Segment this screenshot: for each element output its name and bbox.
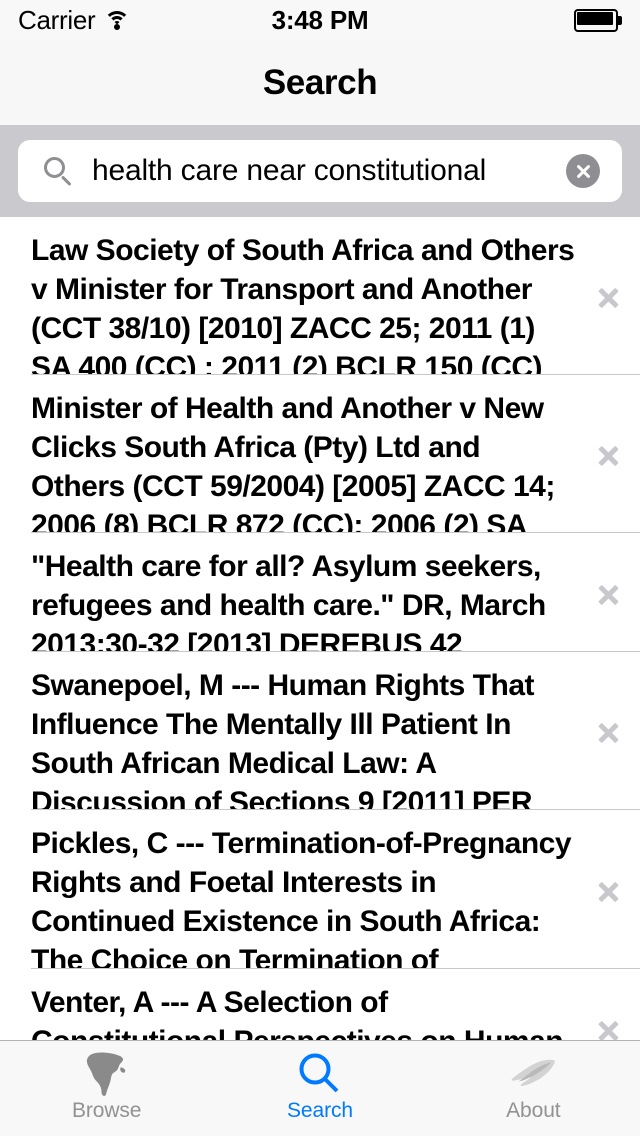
table-row[interactable]: Pickles, C --- Termination-of-Pregnancy … (0, 810, 640, 969)
chevron-right-icon (598, 279, 619, 313)
chevron-right-icon (598, 1012, 619, 1040)
table-row[interactable]: Venter, A --- A Selection of Constitutio… (0, 969, 640, 1040)
tab-browse[interactable]: Browse (0, 1041, 213, 1136)
chevron-right-icon (598, 437, 619, 471)
tab-label-about: About (506, 1099, 561, 1122)
app-screen: Carrier 3:48 PM Search health care near … (0, 0, 640, 1136)
status-bar: Carrier 3:48 PM (0, 0, 640, 40)
result-title: Venter, A --- A Selection of Constitutio… (31, 986, 564, 1040)
africa-map-icon (77, 1050, 137, 1098)
table-row[interactable]: Swanepoel, M --- Human Rights That Influ… (0, 652, 640, 810)
clear-search-button[interactable] (566, 154, 600, 188)
table-row[interactable]: Law Society of South Africa and Others v… (0, 217, 640, 375)
result-title: Swanepoel, M --- Human Rights That Influ… (31, 669, 535, 810)
chevron-right-icon (598, 873, 619, 907)
status-bar-right (320, 8, 622, 32)
tab-about[interactable]: About (427, 1041, 640, 1136)
search-bar: health care near constitutional (0, 125, 640, 217)
carrier-label: Carrier (18, 4, 96, 35)
result-title: Pickles, C --- Termination-of-Pregnancy … (31, 827, 572, 969)
feather-icon (503, 1050, 563, 1098)
page-title: Search (262, 62, 378, 102)
tab-bar: Browse Search About (0, 1040, 640, 1136)
result-title: "Health care for all? Asylum seekers, re… (31, 550, 546, 652)
tab-label-browse: Browse (71, 1099, 142, 1122)
search-input-value: health care near constitutional (92, 154, 487, 187)
wifi-icon (104, 10, 131, 30)
search-icon (44, 157, 72, 187)
battery-full-icon (574, 8, 622, 32)
table-row[interactable]: Minister of Health and Another v New Cli… (0, 375, 640, 533)
tab-label-search: Search (287, 1099, 353, 1122)
search-results-list[interactable]: Law Society of South Africa and Others v… (0, 217, 640, 1040)
tab-search[interactable]: Search (213, 1041, 426, 1136)
search-input[interactable]: health care near constitutional (18, 140, 622, 202)
result-title: Law Society of South Africa and Others v… (31, 234, 575, 375)
table-row[interactable]: "Health care for all? Asylum seekers, re… (0, 533, 640, 652)
chevron-right-icon (598, 714, 619, 748)
status-bar-left: Carrier (18, 5, 320, 36)
navigation-bar: Search (0, 40, 640, 125)
search-icon (290, 1050, 350, 1098)
chevron-right-icon (598, 576, 619, 610)
result-title: Minister of Health and Another v New Cli… (31, 392, 555, 533)
